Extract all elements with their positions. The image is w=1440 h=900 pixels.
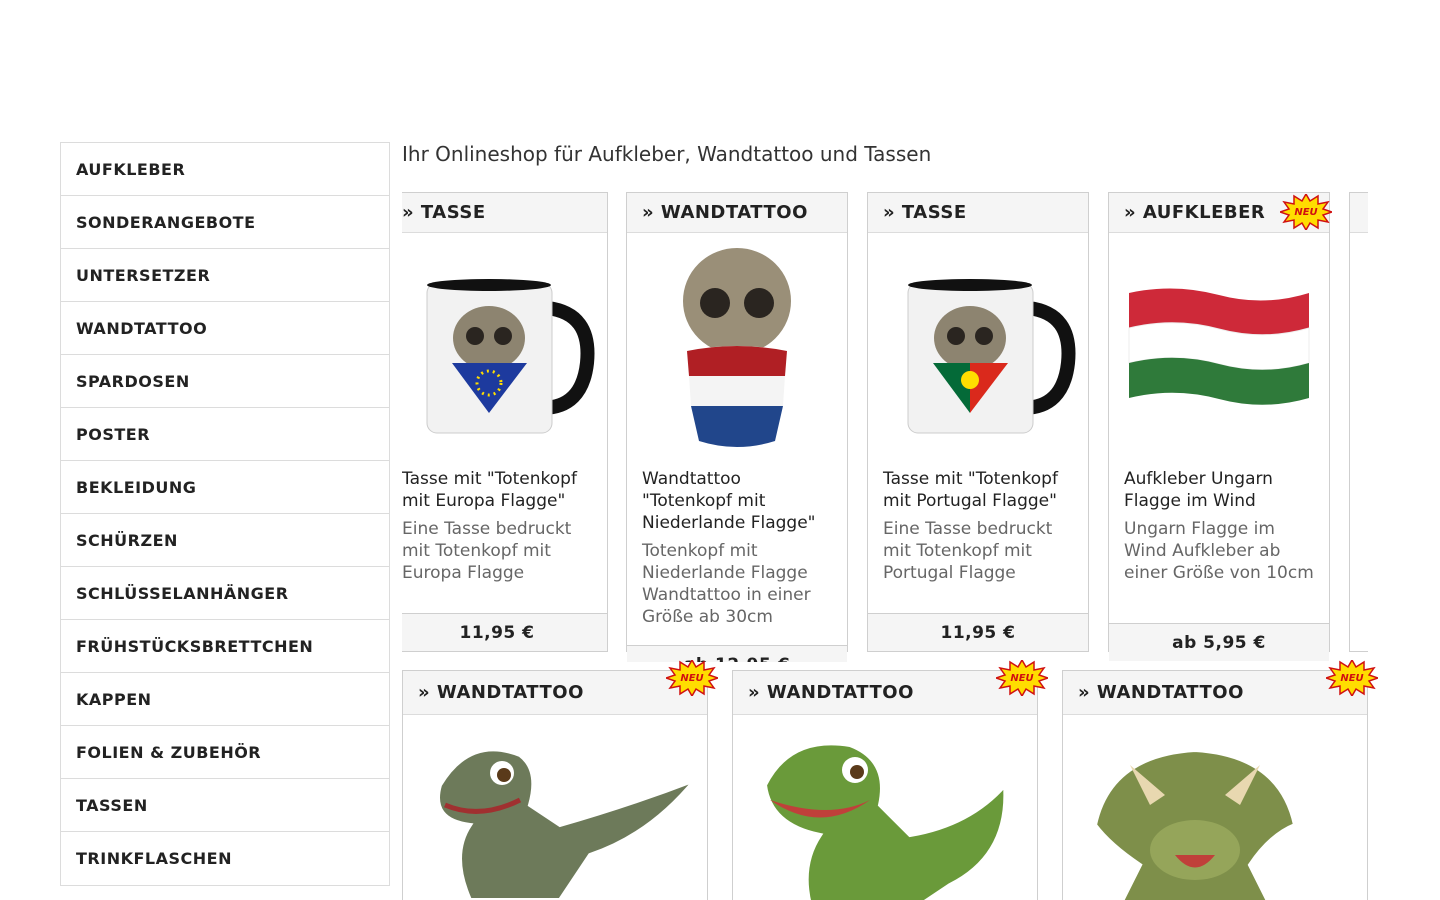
sidebar-item-schuerzen[interactable]: SCHÜRZEN bbox=[61, 514, 389, 567]
neu-badge-text: NEU bbox=[1010, 673, 1033, 684]
skull-nl-decal-image[interactable] bbox=[627, 233, 847, 463]
product-card[interactable] bbox=[1349, 192, 1368, 652]
sidebar-item-untersetzer[interactable]: UNTERSETZER bbox=[61, 249, 389, 302]
product-grid-row2: » WANDTATTOO » WANDTATTOO » WANDTATTOO bbox=[402, 670, 1402, 900]
product-price: ab 5,95 € bbox=[1109, 623, 1329, 661]
product-category-label: » TASSE bbox=[868, 193, 1088, 233]
sidebar-item-poster[interactable]: POSTER bbox=[61, 408, 389, 461]
product-card[interactable]: » WANDTATTOO Wandtattoo "Totenkopf mit N… bbox=[626, 192, 848, 662]
sidebar-item-tassen[interactable]: TASSEN bbox=[61, 779, 389, 832]
product-description: Ungarn Flagge im Wind Aufkleber ab einer… bbox=[1124, 519, 1314, 583]
product-category-label: » TASSE bbox=[402, 193, 607, 233]
neu-badge-icon: NEU bbox=[1280, 194, 1332, 230]
sidebar-item-trinkflaschen[interactable]: TRINKFLASCHEN bbox=[61, 832, 389, 885]
triceratops-dinosaur-image[interactable] bbox=[1063, 715, 1367, 900]
product-category-label: » WANDTATTOO bbox=[403, 671, 707, 715]
neu-badge-icon: NEU bbox=[996, 660, 1048, 696]
neu-badge-text: NEU bbox=[1294, 207, 1317, 218]
product-card[interactable]: » WANDTATTOO bbox=[732, 670, 1038, 900]
neu-badge-icon: NEU bbox=[666, 660, 718, 696]
raptor-dinosaur-image[interactable] bbox=[403, 715, 707, 900]
trex-dinosaur-image[interactable] bbox=[733, 715, 1037, 900]
dinosaur-icon bbox=[1092, 747, 1298, 900]
product-card[interactable]: » WANDTATTOO bbox=[1062, 670, 1368, 900]
product-category-label: » WANDTATTOO bbox=[1063, 671, 1367, 715]
product-card[interactable]: » TASSE Tasse mit "Totenkopf mit Portuga… bbox=[867, 192, 1089, 652]
product-title[interactable]: Aufkleber Ungarn Flagge im Wind bbox=[1109, 468, 1329, 512]
product-description: Eine Tasse bedruckt mit Totenkopf mit Eu… bbox=[402, 519, 572, 583]
product-title[interactable]: Wandtattoo "Totenkopf mit Niederlande Fl… bbox=[627, 468, 847, 534]
sidebar-item-schluesselanhaenger[interactable]: SCHLÜSSELANHÄNGER bbox=[61, 567, 389, 620]
mug-image-icon bbox=[907, 279, 1076, 434]
product-price: ab 12,95 € bbox=[627, 645, 847, 662]
product-carousel: » TASSE Tasse mit "Totenkopf mit Europa … bbox=[402, 192, 1368, 662]
shop-tagline: Ihr Onlineshop für Aufkleber, Wandtattoo… bbox=[402, 142, 932, 166]
sidebar-item-spardosen[interactable]: SPARDOSEN bbox=[61, 355, 389, 408]
sidebar-item-bekleidung[interactable]: BEKLEIDUNG bbox=[61, 461, 389, 514]
product-price: 11,95 € bbox=[868, 613, 1088, 651]
dinosaur-icon bbox=[436, 747, 700, 900]
product-category-label: » WANDTATTOO bbox=[733, 671, 1037, 715]
product-category-label bbox=[1350, 193, 1368, 233]
category-sidebar: AUFKLEBER SONDERANGEBOTE UNTERSETZER WAN… bbox=[60, 142, 390, 886]
product-price: 11,95 € bbox=[402, 613, 607, 651]
dinosaur-icon bbox=[762, 741, 1008, 900]
mug-skull-pt-image[interactable] bbox=[868, 233, 1088, 463]
product-title[interactable]: Tasse mit "Totenkopf mit Portugal Flagge… bbox=[868, 468, 1088, 512]
mug-image-icon bbox=[426, 279, 595, 434]
sidebar-item-kappen[interactable]: KAPPEN bbox=[61, 673, 389, 726]
product-description: Totenkopf mit Niederlande Flagge Wandtat… bbox=[642, 541, 811, 627]
product-title[interactable]: Tasse mit "Totenkopf mit Europa Flagge" bbox=[402, 468, 607, 512]
mug-skull-eu-image[interactable] bbox=[402, 233, 607, 463]
sidebar-item-wandtattoo[interactable]: WANDTATTOO bbox=[61, 302, 389, 355]
sidebar-item-folien-zubehoer[interactable]: FOLIEN & ZUBEHÖR bbox=[61, 726, 389, 779]
product-card[interactable]: » WANDTATTOO bbox=[402, 670, 708, 900]
product-category-label: » WANDTATTOO bbox=[627, 193, 847, 233]
product-description: Eine Tasse bedruckt mit Totenkopf mit Po… bbox=[883, 519, 1053, 583]
sidebar-item-aufkleber[interactable]: AUFKLEBER bbox=[61, 143, 389, 196]
skull-decal-icon bbox=[679, 243, 795, 448]
sidebar-item-sonderangebote[interactable]: SONDERANGEBOTE bbox=[61, 196, 389, 249]
neu-badge-icon: NEU bbox=[1326, 660, 1378, 696]
hungary-flag-icon bbox=[1128, 288, 1310, 405]
hungary-flag-image[interactable] bbox=[1109, 233, 1329, 463]
neu-badge-text: NEU bbox=[680, 673, 703, 684]
sidebar-item-fruehstuecksbrettchen[interactable]: FRÜHSTÜCKSBRETTCHEN bbox=[61, 620, 389, 673]
product-card[interactable]: » TASSE Tasse mit "Totenkopf mit Europa … bbox=[402, 192, 608, 652]
neu-badge-text: NEU bbox=[1340, 673, 1363, 684]
product-card[interactable]: » AUFKLEBER Aufkleber Ungarn Flagge im W… bbox=[1108, 192, 1330, 661]
